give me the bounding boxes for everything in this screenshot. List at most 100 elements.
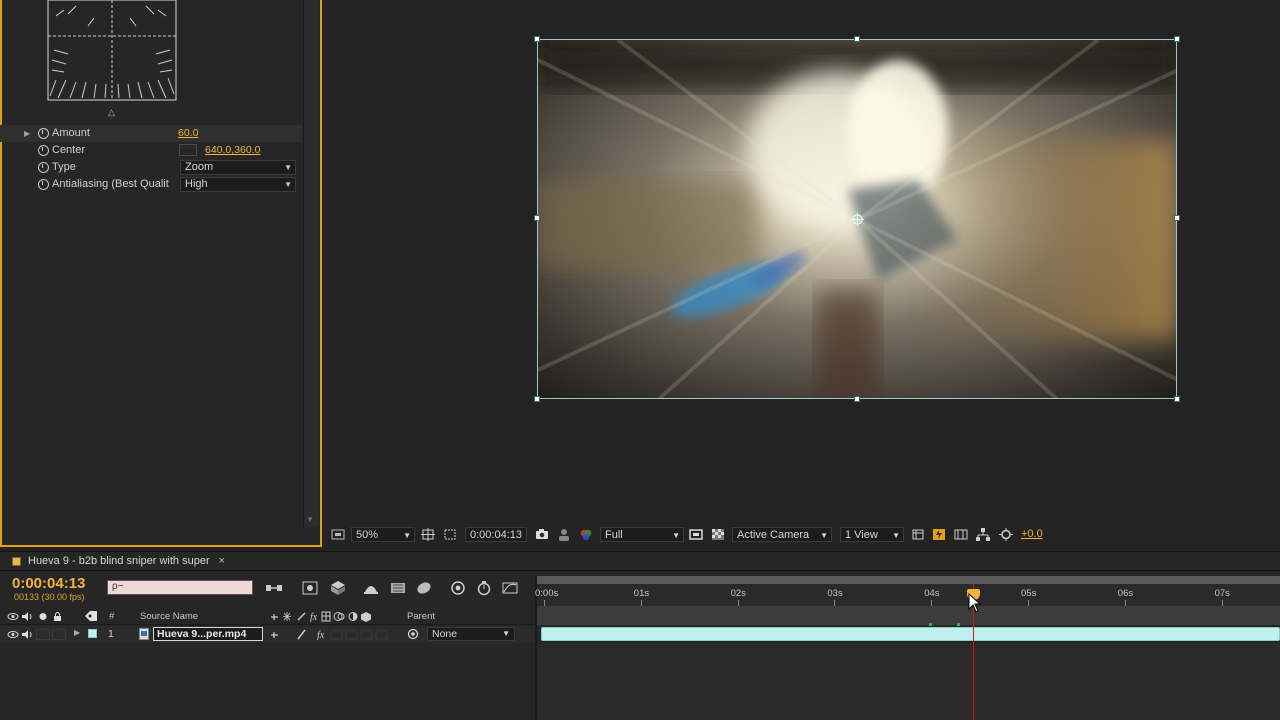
- mask-visibility-icon[interactable]: [443, 528, 457, 541]
- center-point-picker-icon[interactable]: [179, 144, 197, 156]
- always-preview-icon[interactable]: [331, 528, 345, 541]
- transparency-grid-icon[interactable]: [711, 528, 725, 541]
- transform-handle[interactable]: [534, 215, 540, 221]
- antialiasing-dropdown-value: High: [185, 178, 208, 190]
- solo-toggle[interactable]: [36, 629, 50, 640]
- stopwatch-icon[interactable]: [38, 128, 49, 139]
- draft-3d-icon[interactable]: [301, 580, 319, 596]
- graph-editor-icon[interactable]: [449, 580, 467, 596]
- stopwatch-icon[interactable]: [38, 145, 49, 156]
- search-input-placeholder: ρ−: [112, 581, 124, 592]
- effect-controls-scrollbar[interactable]: [303, 0, 318, 527]
- layer-label-color-icon[interactable]: [88, 629, 97, 638]
- camera-snapshot-icon[interactable]: [535, 528, 549, 541]
- ruler-label: 0:00s: [535, 588, 559, 599]
- layer-twirl-arrow-icon[interactable]: ▶: [74, 628, 80, 637]
- property-row-type[interactable]: Type Zoom ▼: [0, 159, 302, 176]
- magnification-dropdown[interactable]: 50% ▼: [351, 527, 415, 542]
- type-dropdown[interactable]: Zoom ▼: [180, 160, 296, 175]
- resolution-grid-icon[interactable]: [421, 528, 435, 541]
- ruler-label: 04s: [924, 588, 940, 599]
- parent-dropdown[interactable]: None ▼: [427, 627, 515, 641]
- property-row-center[interactable]: Center 640.0,360.0: [0, 142, 302, 159]
- scroll-down-arrow-icon[interactable]: ▼: [306, 515, 314, 524]
- views-value: 1 View: [845, 529, 878, 541]
- region-of-interest-icon[interactable]: [689, 528, 703, 541]
- show-snapshot-icon[interactable]: [557, 528, 571, 541]
- layer-column-header: [0, 608, 535, 625]
- anchor-point-icon[interactable]: [851, 213, 864, 226]
- resolution-dropdown[interactable]: Full ▼: [600, 527, 684, 542]
- layer-index: 1: [108, 628, 114, 640]
- dropdown-arrow-icon: ▼: [672, 531, 680, 540]
- layer-name-field[interactable]: Hueva 9...per.mp4: [153, 627, 263, 641]
- transform-handle[interactable]: [1174, 396, 1180, 402]
- comp-mini-flowchart-icon[interactable]: [265, 580, 283, 596]
- property-row-amount[interactable]: ▶ Amount 60.0: [0, 125, 302, 142]
- ruler-label: 01s: [633, 588, 650, 599]
- dropdown-arrow-icon: ▼: [820, 531, 828, 540]
- motion-blur-icon[interactable]: [389, 580, 407, 596]
- fast-previews-icon[interactable]: [932, 528, 946, 541]
- pick-whip-icon[interactable]: [407, 628, 419, 640]
- toggle-pixel-aspect-icon[interactable]: [911, 528, 925, 541]
- viewer-timecode-value: 0:00:04:13: [470, 529, 522, 541]
- transform-handle[interactable]: [854, 396, 860, 402]
- mouse-pointer-icon: [968, 593, 982, 613]
- work-area-bar[interactable]: [537, 576, 1280, 584]
- exposure-value[interactable]: +0.0: [1021, 527, 1043, 542]
- current-time-display[interactable]: 0:00:04:13: [12, 575, 85, 592]
- view-layout-dropdown[interactable]: 1 View ▼: [840, 527, 904, 542]
- lock-toggle[interactable]: [52, 629, 66, 640]
- center-marker-icon: △: [108, 107, 115, 117]
- timeline-search-input[interactable]: ρ−: [107, 580, 253, 595]
- dropdown-arrow-icon: ▼: [892, 531, 900, 540]
- column-number: #: [109, 611, 115, 622]
- transform-handle[interactable]: [534, 396, 540, 402]
- reset-exposure-icon[interactable]: [999, 528, 1013, 541]
- ruler-label: 03s: [827, 588, 843, 599]
- property-label: Amount: [52, 127, 90, 139]
- flowchart-icon[interactable]: [976, 528, 990, 541]
- camera-value: Active Camera: [737, 529, 810, 541]
- curves-graph-icon[interactable]: [501, 580, 519, 596]
- stopwatch-timer-icon[interactable]: [475, 580, 493, 596]
- layer-switches[interactable]: fx: [270, 629, 390, 640]
- transform-handle[interactable]: [854, 36, 860, 42]
- antialiasing-dropdown[interactable]: High ▼: [180, 177, 296, 192]
- composition-icon: [12, 557, 21, 566]
- radial-blur-preview[interactable]: [46, 0, 178, 102]
- hide-shy-layers-icon[interactable]: [329, 580, 347, 596]
- layer-av-toggles[interactable]: [7, 629, 37, 640]
- ruler-label: 07s: [1214, 588, 1230, 599]
- column-source-name[interactable]: Source Name: [140, 611, 198, 622]
- stopwatch-icon[interactable]: [38, 179, 49, 190]
- cache-marker: [929, 623, 932, 626]
- viewer-timecode[interactable]: 0:00:04:13: [465, 527, 527, 542]
- transform-handle[interactable]: [534, 36, 540, 42]
- amount-value[interactable]: 60.0: [178, 125, 198, 142]
- channel-rgb-icon[interactable]: [579, 528, 593, 541]
- stopwatch-icon[interactable]: [38, 162, 49, 173]
- layer-duration-bar[interactable]: [541, 627, 1280, 641]
- dropdown-arrow-icon: ▼: [284, 180, 292, 189]
- dropdown-arrow-icon: ▼: [284, 163, 292, 172]
- label-tag-icon[interactable]: [84, 610, 98, 622]
- twirl-arrow-icon[interactable]: ▶: [24, 125, 30, 142]
- switches-header-icons: fx: [271, 611, 371, 622]
- timeline-icon[interactable]: [954, 528, 968, 541]
- property-label: Type: [52, 161, 76, 173]
- frame-blending-icon[interactable]: [362, 580, 380, 596]
- timeline-tab[interactable]: Hueva 9 - b2b blind sniper with super ×: [6, 553, 225, 569]
- brainstorm-icon[interactable]: [415, 580, 433, 596]
- property-row-antialiasing[interactable]: Antialiasing (Best Qualit High ▼: [0, 176, 302, 193]
- close-icon[interactable]: ×: [219, 555, 225, 567]
- dropdown-arrow-icon: ▼: [403, 531, 411, 540]
- transform-handle[interactable]: [1174, 215, 1180, 221]
- center-value[interactable]: 640.0,360.0: [205, 142, 260, 159]
- ruler-label: 05s: [1021, 588, 1037, 599]
- svg-text:fx: fx: [317, 630, 325, 640]
- active-camera-dropdown[interactable]: Active Camera ▼: [732, 527, 832, 542]
- frame-counter: 00133 (30.00 fps): [14, 592, 85, 602]
- transform-handle[interactable]: [1174, 36, 1180, 42]
